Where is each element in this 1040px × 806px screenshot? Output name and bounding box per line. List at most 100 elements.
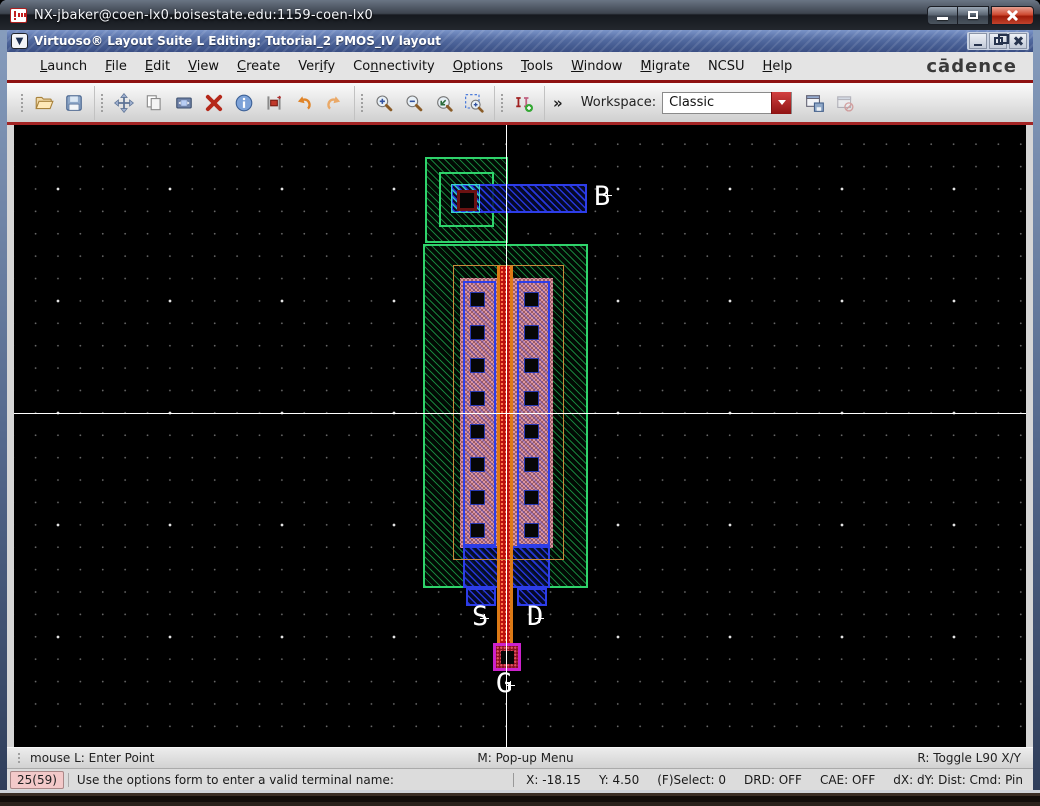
zoom-in-button[interactable]	[369, 88, 399, 118]
source-contact	[470, 490, 485, 505]
virtuoso-window: ▼ Virtuoso® Layout Suite L Editing: Tuto…	[7, 30, 1033, 790]
close-button[interactable]	[991, 5, 1034, 25]
menu-launch[interactable]: Launch	[31, 55, 96, 78]
hintbar-drag-handle[interactable]	[17, 752, 22, 764]
menu-connectivity[interactable]: Connectivity	[344, 55, 444, 78]
menu-file[interactable]: File	[96, 55, 136, 78]
open-folder-icon	[35, 96, 54, 109]
source-contact	[470, 325, 485, 340]
delete-button[interactable]	[199, 88, 229, 118]
workspace-dropdown-arrow-icon[interactable]	[771, 91, 792, 114]
menu-ncsu[interactable]: NCSU	[699, 55, 754, 78]
zoom-in-icon	[376, 94, 393, 111]
toolbar-drag-handle[interactable]	[20, 92, 25, 113]
save-workspace-button[interactable]	[800, 88, 830, 118]
properties-button[interactable]	[229, 88, 259, 118]
layout-canvas[interactable]: B S D G	[14, 125, 1026, 747]
revert-workspace-button[interactable]	[830, 88, 860, 118]
mouse-left-hint: mouse L: Enter Point	[30, 751, 155, 765]
minimize-icon	[937, 16, 948, 20]
create-via-icon	[516, 96, 533, 112]
menu-create[interactable]: Create	[228, 55, 289, 78]
toolbar-drag-handle[interactable]	[360, 92, 365, 113]
app-close-button[interactable]	[1009, 33, 1027, 49]
maximize-button[interactable]	[958, 5, 989, 25]
source-contact	[470, 424, 485, 439]
source-contact	[470, 358, 485, 373]
app-minimize-button[interactable]	[969, 33, 987, 49]
window-bottom-edge	[0, 790, 1040, 806]
menu-verify[interactable]: Verify	[289, 55, 344, 78]
menubar: Launch File Edit View Create Verify Conn…	[7, 52, 1033, 80]
toolbar-drag-handle[interactable]	[500, 92, 505, 113]
rotate-button[interactable]	[259, 88, 289, 118]
undo-icon	[297, 95, 311, 110]
outer-window-title: NX-jbaker@coen-lx0.boisestate.edu:1159-c…	[34, 7, 373, 23]
properties-info-icon	[235, 94, 253, 111]
nx-client-icon	[10, 7, 27, 23]
app-restore-button[interactable]	[989, 33, 1009, 49]
app-titlebar[interactable]: ▼ Virtuoso® Layout Suite L Editing: Tuto…	[7, 30, 1033, 52]
mouse-right-hint: R: Toggle L90 X/Y	[917, 751, 1022, 765]
stretch-icon	[176, 96, 192, 109]
drain-contact	[524, 424, 539, 439]
drain-contact	[524, 490, 539, 505]
zoom-fit-button[interactable]	[429, 88, 459, 118]
menu-options[interactable]: Options	[444, 55, 512, 78]
crosshair-vertical	[506, 125, 507, 747]
zoom-area-icon	[465, 93, 484, 113]
close-icon	[1006, 9, 1019, 22]
app-restore-icon	[993, 34, 1009, 45]
bulk-pin-marker-icon	[603, 191, 612, 200]
poly-contact-core	[500, 650, 514, 664]
delta-readout: dX: dY: Dist: Cmd: Pin	[893, 772, 1023, 787]
status-message: Use the options form to enter a valid te…	[67, 772, 513, 787]
poly-gate[interactable]	[497, 266, 513, 643]
move-icon	[114, 92, 134, 113]
delete-icon	[205, 94, 223, 111]
open-button[interactable]	[29, 88, 59, 118]
cursor-x-readout: X: -18.15	[526, 772, 581, 787]
drain-contact	[524, 457, 539, 472]
rotate-icon	[267, 95, 282, 110]
stretch-button[interactable]	[169, 88, 199, 118]
window-menu-chevron-icon[interactable]: ▼	[11, 33, 28, 49]
menu-help[interactable]: Help	[754, 55, 802, 78]
bulk-contact[interactable]	[457, 190, 477, 211]
create-via-button[interactable]	[509, 88, 539, 118]
drain-contact	[524, 292, 539, 307]
select-count: (F)Select: 0	[657, 772, 727, 787]
toolbar-overflow-button[interactable]: »	[545, 94, 571, 112]
outer-titlebar[interactable]: NX-jbaker@coen-lx0.boisestate.edu:1159-c…	[0, 0, 1040, 30]
source-contact	[470, 391, 485, 406]
save-workspace-icon	[806, 94, 825, 112]
source-contact	[470, 457, 485, 472]
menu-window[interactable]: Window	[562, 55, 631, 78]
workspace-combobox[interactable]: Classic	[662, 91, 793, 114]
move-button[interactable]	[109, 88, 139, 118]
save-button[interactable]	[59, 88, 89, 118]
gate-pin-marker-icon	[506, 681, 515, 690]
source-contact	[470, 523, 485, 538]
mouse-hint-bar: mouse L: Enter Point M: Pop-up Menu R: T…	[7, 747, 1033, 768]
menu-view[interactable]: View	[179, 55, 228, 78]
source-pin-marker-icon	[480, 614, 489, 623]
menu-tools[interactable]: Tools	[512, 55, 562, 78]
poly-contact[interactable]	[493, 643, 521, 671]
zoom-out-button[interactable]	[399, 88, 429, 118]
revert-workspace-icon	[837, 95, 854, 112]
zoom-area-button[interactable]	[459, 88, 489, 118]
drain-contact	[524, 325, 539, 340]
redo-button[interactable]	[319, 88, 349, 118]
zoom-out-icon	[406, 94, 423, 111]
menu-edit[interactable]: Edit	[136, 55, 179, 78]
minimize-button[interactable]	[927, 5, 958, 25]
copy-button[interactable]	[139, 88, 169, 118]
cadence-logo: cādence	[926, 55, 1017, 77]
toolbar-drag-handle[interactable]	[100, 92, 105, 113]
undo-button[interactable]	[289, 88, 319, 118]
cursor-y-readout: Y: 4.50	[598, 772, 640, 787]
cae-status: CAE: OFF	[819, 772, 876, 787]
toolbar: » Workspace: Classic	[7, 83, 1033, 122]
menu-migrate[interactable]: Migrate	[631, 55, 699, 78]
